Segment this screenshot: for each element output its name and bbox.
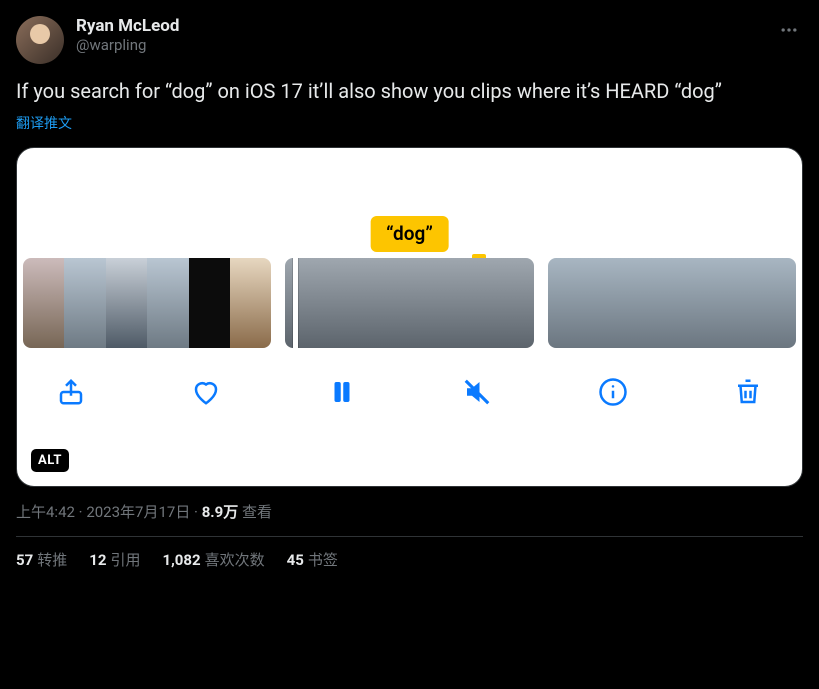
divider [16, 536, 803, 537]
media-card[interactable]: “dog” [16, 147, 803, 487]
retweets-stat[interactable]: 57转推 [16, 549, 67, 570]
quotes-count: 12 [89, 551, 106, 569]
info-icon [598, 377, 628, 407]
tweet-meta: 上午4:42 · 2023年7月17日 · 8.9万 查看 [16, 501, 803, 522]
clip-frame [147, 258, 188, 348]
avatar[interactable] [16, 16, 64, 64]
alt-text-badge[interactable]: ALT [31, 449, 69, 472]
clip-frame [23, 258, 64, 348]
quotes-stat[interactable]: 12引用 [89, 549, 140, 570]
retweets-label: 转推 [37, 551, 67, 569]
clip-frame [106, 258, 147, 348]
clip-timeline[interactable] [17, 258, 802, 348]
video-clip[interactable] [548, 258, 796, 348]
stats-row: 57转推 12引用 1,082 喜欢次数 45书签 [16, 549, 803, 570]
media-header: “dog” [17, 148, 802, 258]
clip-frame [472, 258, 534, 348]
clip-frame [630, 258, 671, 348]
search-term-chip: “dog” [370, 216, 449, 252]
quotes-label: 引用 [110, 551, 140, 569]
clip-frame [755, 258, 796, 348]
tweet-time[interactable]: 上午4:42 [16, 503, 75, 521]
bookmarks-count: 45 [287, 551, 304, 569]
clip-frame [347, 258, 409, 348]
heart-icon [191, 377, 221, 407]
clip-frame [713, 258, 754, 348]
display-name[interactable]: Ryan McLeod [76, 16, 775, 36]
meta-sep: · [190, 503, 201, 521]
share-button[interactable] [53, 374, 89, 410]
meta-sep: · [75, 503, 86, 521]
clip-frame [64, 258, 105, 348]
views-label: 查看 [238, 503, 272, 521]
share-icon [56, 377, 86, 407]
likes-count: 1,082 [162, 551, 200, 569]
video-clip[interactable] [285, 258, 533, 348]
tweet-header: Ryan McLeod @warpling [16, 16, 803, 64]
more-options-button[interactable] [775, 16, 803, 49]
video-clip[interactable] [23, 258, 271, 348]
likes-stat[interactable]: 1,082 喜欢次数 [162, 549, 264, 570]
tweet-date[interactable]: 2023年7月17日 [86, 503, 190, 521]
clip-frame [589, 258, 630, 348]
views-count: 8.9万 [202, 503, 239, 521]
user-handle[interactable]: @warpling [76, 36, 775, 54]
mute-button[interactable] [459, 374, 495, 410]
clip-frame [548, 258, 589, 348]
media-toolbar [17, 348, 802, 410]
playhead[interactable] [293, 258, 298, 348]
info-button[interactable] [595, 374, 631, 410]
pause-icon [327, 377, 357, 407]
clip-frame [672, 258, 713, 348]
trash-icon [733, 377, 763, 407]
user-info: Ryan McLeod @warpling [76, 16, 775, 54]
speaker-muted-icon [462, 377, 492, 407]
clip-frame [189, 258, 230, 348]
retweets-count: 57 [16, 551, 33, 569]
ellipsis-icon [779, 20, 799, 40]
bookmarks-stat[interactable]: 45书签 [287, 549, 338, 570]
like-button[interactable] [188, 374, 224, 410]
bookmarks-label: 书签 [308, 551, 338, 569]
tweet-text: If you search for “dog” on iOS 17 it’ll … [16, 78, 803, 105]
likes-label: 喜欢次数 [205, 551, 265, 569]
clip-frame [230, 258, 271, 348]
pause-button[interactable] [324, 374, 360, 410]
delete-button[interactable] [730, 374, 766, 410]
translate-link[interactable]: 翻译推文 [16, 113, 803, 133]
tweet-container: Ryan McLeod @warpling If you search for … [0, 0, 819, 586]
clip-frame [409, 258, 471, 348]
